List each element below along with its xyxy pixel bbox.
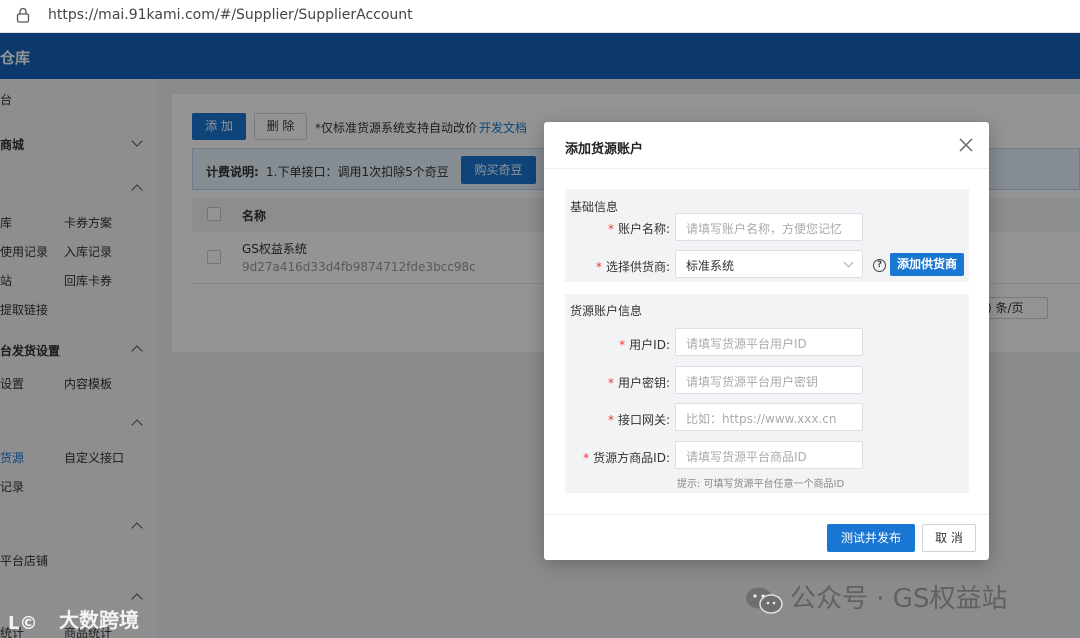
required-mark: * — [607, 376, 614, 390]
required-mark: * — [583, 451, 590, 465]
watermark-right-text: 公众号 · GS权益站 — [790, 584, 1008, 614]
required-mark: * — [607, 222, 614, 236]
user-id-input[interactable]: 请填写货源平台用户ID — [675, 328, 863, 356]
footer-divider — [544, 514, 989, 515]
gateway-placeholder: 比如：https://www.xxx.cn — [686, 412, 837, 426]
cancel-button[interactable]: 取 消 — [922, 524, 976, 552]
supplier-label-text: 选择供货商: — [605, 260, 670, 274]
basic-info-section: 基础信息 * 账户名称: 请填写账户名称，方便您记忆 * 选择供货商: 标准系统 ?… — [565, 189, 969, 282]
wechat-icon — [746, 587, 783, 614]
add-supplier-account-dialog: 添加货源账户 基础信息 * 账户名称: 请填写账户名称，方便您记忆 * 选择供货商:… — [544, 122, 989, 560]
address-bar[interactable]: https://mai.91kami.com/#/Supplier/Suppli… — [0, 0, 1080, 33]
test-and-publish-button[interactable]: 测试并发布 — [827, 524, 915, 552]
dialog-divider — [544, 168, 989, 169]
account-name-label-text: 账户名称: — [617, 222, 670, 236]
brand-logo-icon: L© — [8, 613, 37, 634]
product-id-label: * 货源方商品ID: — [565, 449, 670, 466]
chevron-down-icon — [843, 257, 854, 268]
gateway-input[interactable]: 比如：https://www.xxx.cn — [675, 403, 863, 431]
svg-text:L©: L© — [8, 613, 37, 634]
watermark-right: 公众号 · GS权益站 — [744, 578, 1007, 615]
watermark-left-text: 大数跨境 — [58, 608, 139, 632]
user-secret-input[interactable]: 请填写货源平台用户密钥 — [675, 366, 863, 394]
add-supplier-button[interactable]: 添加供货商 — [890, 253, 964, 276]
account-name-placeholder: 请填写账户名称，方便您记忆 — [686, 222, 843, 236]
required-mark: * — [619, 338, 626, 352]
watermark-left: L© 大数跨境 — [8, 604, 139, 634]
supplier-label: * 选择供货商: — [565, 258, 670, 275]
secret-label: * 用户密钥: — [565, 374, 670, 391]
gateway-label-text: 接口网关: — [617, 413, 670, 427]
section-title-account: 货源账户信息 — [570, 304, 643, 318]
user-id-placeholder: 请填写货源平台用户ID — [686, 337, 807, 351]
help-icon[interactable]: ? — [873, 259, 886, 272]
dialog-title: 添加货源账户 — [565, 142, 644, 157]
gateway-label: * 接口网关: — [565, 411, 670, 428]
secret-placeholder: 请填写货源平台用户密钥 — [686, 375, 819, 389]
lock-icon — [16, 7, 30, 23]
supplier-value: 标准系统 — [686, 259, 735, 273]
required-mark: * — [607, 413, 614, 427]
supplier-select[interactable]: 标准系统 — [675, 250, 863, 278]
product-id-placeholder: 请填写货源平台商品ID — [686, 450, 807, 464]
account-info-section: 货源账户信息 * 用户ID: 请填写货源平台用户ID * 用户密钥: 请填写货源平台… — [565, 294, 969, 493]
close-icon[interactable] — [957, 136, 975, 154]
section-title-basic: 基础信息 — [570, 200, 619, 214]
account-name-label: * 账户名称: — [565, 220, 670, 237]
url-text[interactable]: https://mai.91kami.com/#/Supplier/Suppli… — [48, 7, 413, 23]
product-id-input[interactable]: 请填写货源平台商品ID — [675, 441, 863, 469]
required-mark: * — [595, 260, 602, 274]
product-id-label-text: 货源方商品ID: — [593, 451, 670, 465]
user-id-label: * 用户ID: — [565, 336, 670, 353]
product-id-hint: 提示: 可填写货源平台任意一个商品ID — [677, 479, 845, 490]
user-id-label-text: 用户ID: — [629, 338, 670, 352]
account-name-input[interactable]: 请填写账户名称，方便您记忆 — [675, 213, 863, 241]
secret-label-text: 用户密钥: — [617, 376, 670, 390]
